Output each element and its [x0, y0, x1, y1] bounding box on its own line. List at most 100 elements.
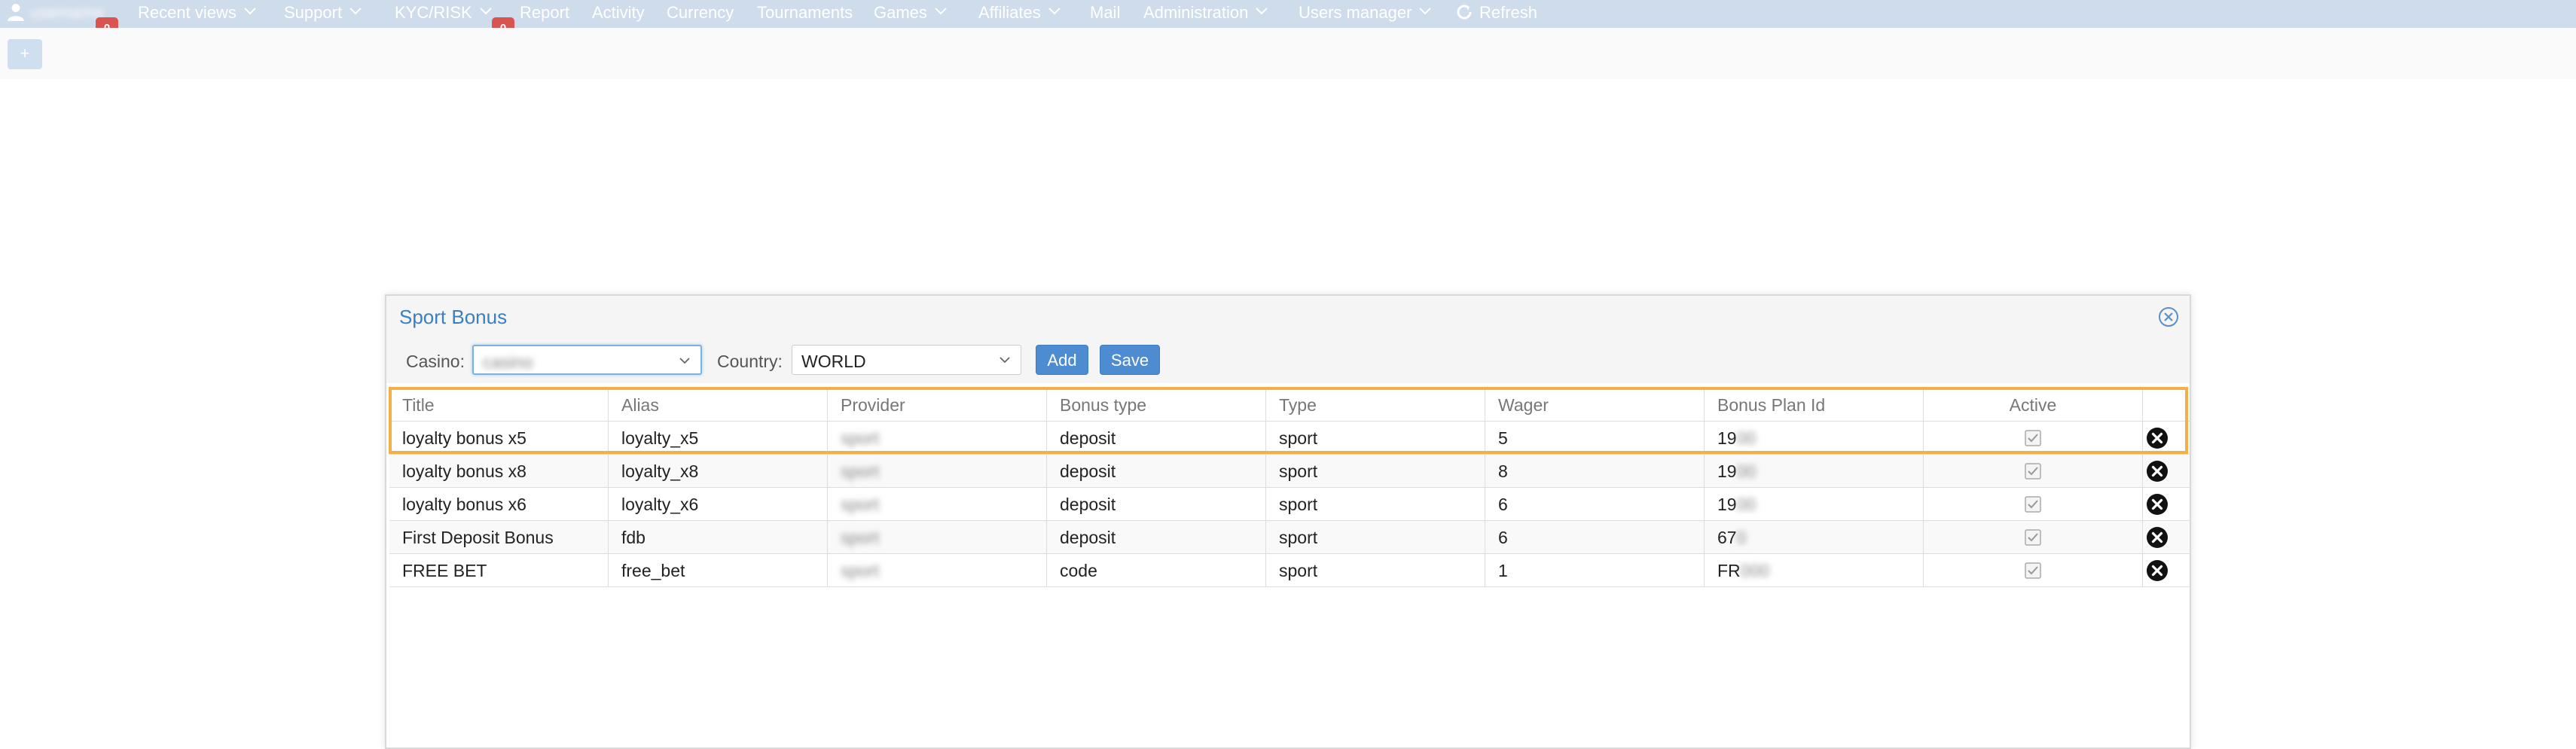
cell-title-text: FREE BET [402, 561, 487, 580]
active-checkbox[interactable] [2025, 430, 2041, 446]
cell-bonus-type-text: deposit [1060, 495, 1116, 514]
active-checkbox[interactable] [2025, 496, 2041, 513]
active-checkbox[interactable] [2025, 529, 2041, 546]
nav-mail[interactable]: Mail [1090, 0, 1120, 28]
header-active[interactable]: Active [1924, 388, 2143, 421]
cell-actions [2143, 521, 2190, 553]
add-button[interactable]: + [8, 39, 42, 69]
cell-bonus-type-text: deposit [1060, 461, 1116, 481]
nav-administration[interactable]: Administration [1143, 0, 1268, 28]
user-icon[interactable] [6, 2, 26, 22]
delete-icon[interactable] [2146, 559, 2169, 582]
nav-report[interactable]: Report [520, 0, 569, 28]
active-checkbox[interactable] [2025, 562, 2041, 579]
cell-type-text: sport [1279, 428, 1318, 448]
cell-alias-text: free_bet [621, 561, 685, 580]
nav-label: Administration [1143, 3, 1249, 22]
table-row[interactable]: loyalty bonus x6 loyalty_x6 sport deposit sp… [389, 488, 2190, 521]
user-name[interactable]: username [30, 0, 104, 28]
cell-alias: loyalty_x6 [609, 488, 828, 520]
cell-title: loyalty bonus x8 [389, 455, 609, 487]
cell-type-text: sport [1279, 495, 1318, 514]
header-title[interactable]: Title [389, 388, 609, 421]
table-row[interactable]: loyalty bonus x5 loyalty_x5 sport deposit sp… [389, 422, 2190, 455]
cell-bonus-type-text: code [1060, 561, 1097, 580]
nav-label: KYC/RISK [395, 3, 472, 22]
refresh-icon [1457, 5, 1472, 20]
cell-alias-text: fdb [621, 528, 646, 547]
nav-users-manager[interactable]: Users manager [1299, 0, 1432, 28]
modal-title: Sport Bonus [399, 306, 508, 328]
cell-provider-text: sport [841, 461, 880, 481]
nav-refresh[interactable]: Refresh [1455, 0, 1537, 28]
nav-tournaments[interactable]: Tournaments [757, 0, 853, 28]
nav-support[interactable]: Support [284, 0, 362, 28]
bonus-plan-prefix: 19 [1717, 461, 1737, 481]
nav-label: Tournaments [757, 3, 853, 22]
casino-select[interactable]: casino [472, 345, 702, 375]
header-wager[interactable]: Wager [1485, 388, 1705, 421]
cell-wager: 6 [1485, 521, 1705, 553]
table-row[interactable]: First Deposit Bonus fdb sport deposit sport 6… [389, 521, 2190, 554]
country-value: WORLD [801, 352, 866, 371]
cell-type: sport [1266, 455, 1485, 487]
nav-affiliates[interactable]: Affiliates [978, 0, 1061, 28]
cell-type-text: sport [1279, 461, 1318, 481]
cell-wager-text: 1 [1498, 561, 1508, 580]
top-navbar: username 0 Recent views Support KYC/RISK… [0, 0, 2576, 40]
nav-label: Mail [1090, 3, 1121, 22]
close-icon[interactable] [2158, 306, 2179, 327]
header-bonus-plan-id[interactable]: Bonus Plan Id [1705, 388, 1924, 421]
header-provider[interactable]: Provider [828, 388, 1047, 421]
bonus-plan-rest: 00 [1736, 495, 1757, 514]
cell-bonus-type: deposit [1047, 455, 1266, 487]
cell-alias: free_bet [609, 554, 828, 586]
header-type[interactable]: Type [1266, 388, 1485, 421]
cell-bonus-type: deposit [1047, 488, 1266, 520]
bonus-plan-rest: 000 [1740, 561, 1770, 580]
nav-label: Users manager [1299, 3, 1412, 22]
save-button[interactable]: Save [1100, 345, 1160, 375]
cell-bonus-plan-id: 1900 [1705, 422, 1924, 454]
cell-wager: 8 [1485, 455, 1705, 487]
cell-type: sport [1266, 488, 1485, 520]
cell-bonus-type: code [1047, 554, 1266, 586]
bonus-plan-rest: 00 [1736, 428, 1757, 448]
casino-label: Casino: [406, 352, 465, 371]
cell-bonus-type: deposit [1047, 521, 1266, 553]
cell-title-text: loyalty bonus x5 [402, 428, 526, 448]
delete-icon[interactable] [2146, 526, 2169, 549]
nav-currency[interactable]: Currency [667, 0, 734, 28]
cell-active [1924, 554, 2143, 586]
cell-type: sport [1266, 554, 1485, 586]
header-bonus-type[interactable]: Bonus type [1047, 388, 1266, 421]
nav-label: Refresh [1479, 3, 1538, 22]
add-bonus-button[interactable]: Add [1036, 345, 1088, 375]
cell-type: sport [1266, 521, 1485, 553]
header-alias[interactable]: Alias [609, 388, 828, 421]
country-label: Country: [717, 352, 783, 371]
delete-icon[interactable] [2146, 460, 2169, 483]
table-row[interactable]: loyalty bonus x8 loyalty_x8 sport deposit sp… [389, 455, 2190, 488]
cell-provider: sport [828, 422, 1047, 454]
nav-recent-views[interactable]: Recent views [138, 0, 256, 28]
bonus-plan-prefix: 67 [1717, 528, 1737, 547]
country-select[interactable]: WORLD [792, 345, 1021, 375]
cell-wager: 5 [1485, 422, 1705, 454]
chevron-down-icon [1256, 8, 1268, 15]
nav-kyc-risk[interactable]: KYC/RISK [395, 0, 492, 28]
cell-provider: sport [828, 554, 1047, 586]
table-row[interactable]: FREE BET free_bet sport code sport 1 FR000 [389, 554, 2190, 587]
nav-label: Recent views [138, 3, 237, 22]
cell-active [1924, 521, 2143, 553]
nav-activity[interactable]: Activity [592, 0, 645, 28]
delete-icon[interactable] [2146, 427, 2169, 449]
nav-games[interactable]: Games [874, 0, 947, 28]
active-checkbox[interactable] [2025, 463, 2041, 480]
cell-wager: 1 [1485, 554, 1705, 586]
cell-title: FREE BET [389, 554, 609, 586]
bonus-plan-prefix: FR [1717, 561, 1741, 580]
cell-actions [2143, 488, 2190, 520]
delete-icon[interactable] [2146, 493, 2169, 516]
cell-provider-text: sport [841, 561, 880, 580]
